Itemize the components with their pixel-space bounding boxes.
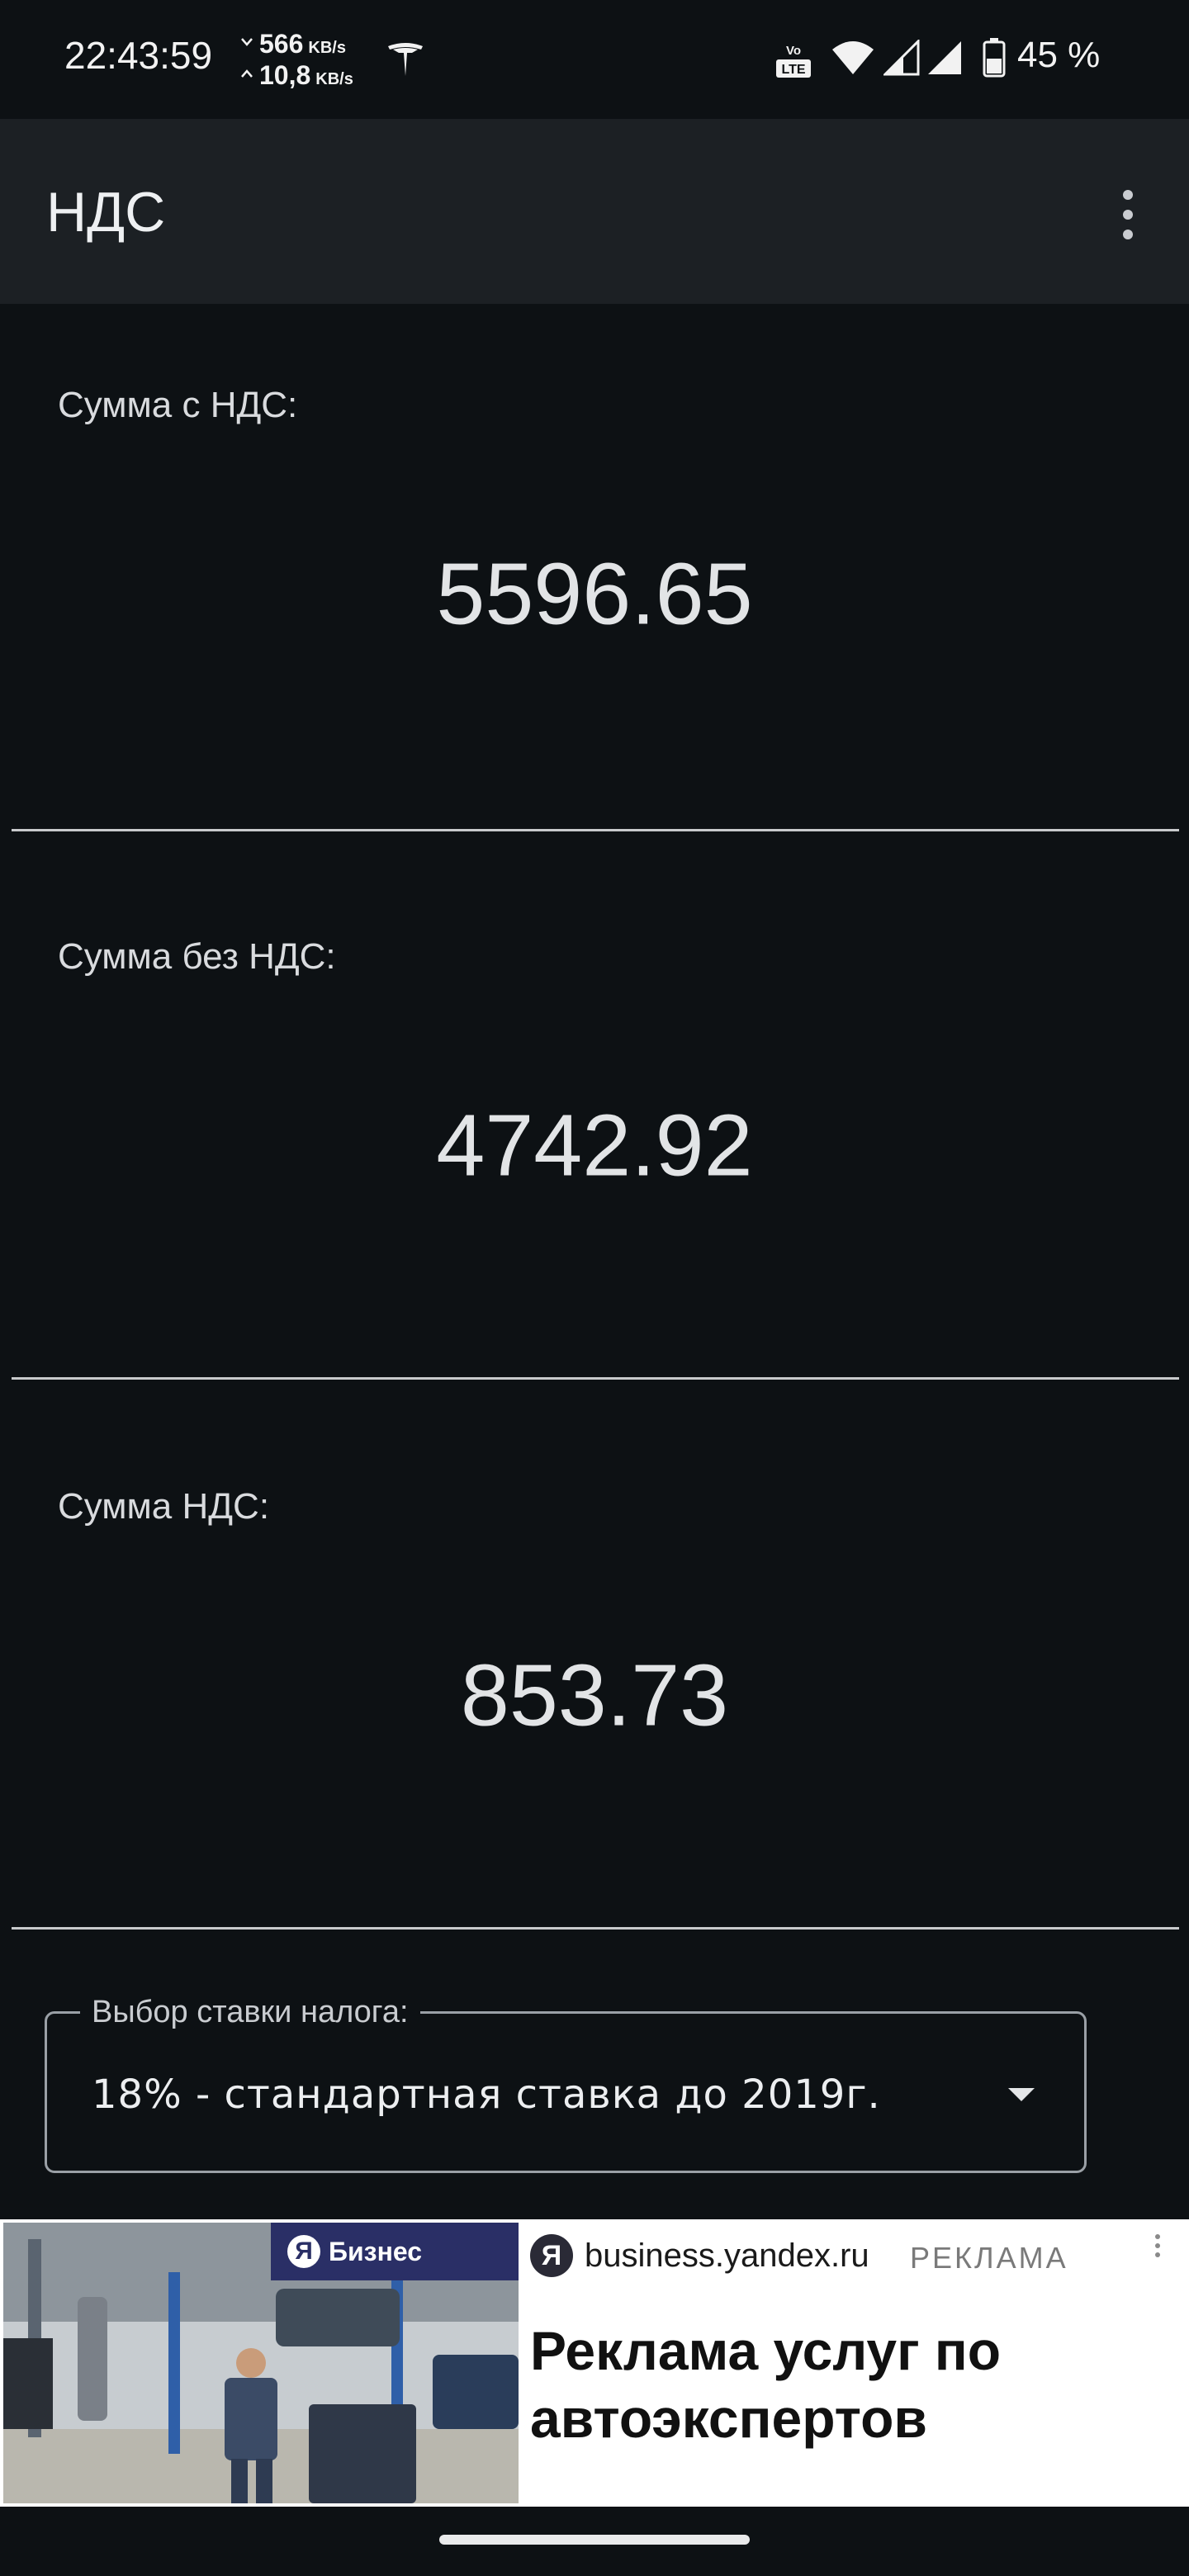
status-bar: 22:43:59 566 KB/s 10,8 KB/s Vo LTE 45 %: [0, 0, 1189, 119]
upload-speed: 10,8: [259, 60, 311, 90]
ad-label: РЕКЛАМА: [910, 2241, 1068, 2275]
gesture-nav-handle[interactable]: [439, 2535, 750, 2545]
volte-label: LTE: [781, 63, 805, 77]
result-with-vat: Сумма с НДС: 5596.65: [0, 304, 1189, 829]
dot: [1155, 2243, 1160, 2248]
upload-unit: KB/s: [315, 70, 353, 88]
ad-source[interactable]: Я business.yandex.ru: [530, 2234, 869, 2277]
dot: [1123, 230, 1133, 239]
ad-banner[interactable]: Я Бизнес Я business.yandex.ru РЕКЛАМА Ре…: [0, 2219, 1189, 2507]
tax-rate-legend: Выбор ставки налога:: [80, 1994, 420, 2030]
battery-icon: [983, 38, 1006, 78]
clock: 22:43:59: [64, 34, 213, 77]
svg-text:Vo: Vo: [786, 44, 801, 58]
ad-badge: Я Бизнес: [271, 2223, 519, 2280]
result-label: Сумма НДС:: [58, 1486, 270, 1527]
app-bar: НДС: [0, 119, 1189, 304]
dot: [1155, 2252, 1160, 2257]
battery-percent: 45 %: [1017, 35, 1101, 75]
tesla-icon: [388, 43, 423, 76]
dot: [1123, 190, 1133, 200]
ad-headline[interactable]: Реклама услуг по автоэкспертов: [530, 2317, 1158, 2452]
result-value: 4742.92: [436, 1096, 753, 1195]
network-speed: 566 KB/s 10,8 KB/s: [239, 28, 353, 91]
wifi-icon: [832, 41, 874, 74]
tax-rate-selected: 18% - стандартная ставка до 2019г.: [92, 2072, 881, 2118]
download-arrow-icon: [241, 38, 253, 46]
upload-arrow-icon: [241, 69, 253, 78]
dot: [1155, 2234, 1160, 2239]
download-unit: KB/s: [308, 39, 346, 57]
result-label: Сумма с НДС:: [58, 385, 298, 425]
ad-domain: business.yandex.ru: [585, 2237, 869, 2274]
result-value: 5596.65: [436, 545, 753, 643]
volte-icon: Vo LTE: [776, 44, 811, 78]
divider: [12, 1377, 1179, 1380]
ad-badge-label: Бизнес: [329, 2236, 423, 2266]
yandex-logo-icon: Я: [530, 2234, 573, 2277]
screen: 22:43:59 566 KB/s 10,8 KB/s Vo LTE 45 % …: [0, 0, 1189, 2576]
dot: [1123, 210, 1133, 220]
divider: [12, 1927, 1179, 1930]
result-without-vat: Сумма без НДС: 4742.92: [0, 855, 1189, 1376]
result-vat-amount: Сумма НДС: 853.73: [0, 1405, 1189, 1925]
result-value: 853.73: [460, 1646, 729, 1745]
ad-options-icon[interactable]: [1149, 2234, 1166, 2267]
yandex-logo-icon: Я: [287, 2235, 320, 2268]
tax-rate-select[interactable]: Выбор ставки налога: 18% - стандартная с…: [45, 1994, 1087, 2173]
download-speed: 566: [259, 29, 304, 59]
signal-icon: [928, 41, 961, 74]
divider: [12, 829, 1179, 831]
signal-icon: [883, 40, 920, 76]
page-title: НДС: [46, 181, 166, 244]
more-vertical-icon[interactable]: [1101, 182, 1154, 248]
result-label: Сумма без НДС:: [58, 936, 336, 977]
chevron-down-icon: [1008, 2088, 1035, 2101]
